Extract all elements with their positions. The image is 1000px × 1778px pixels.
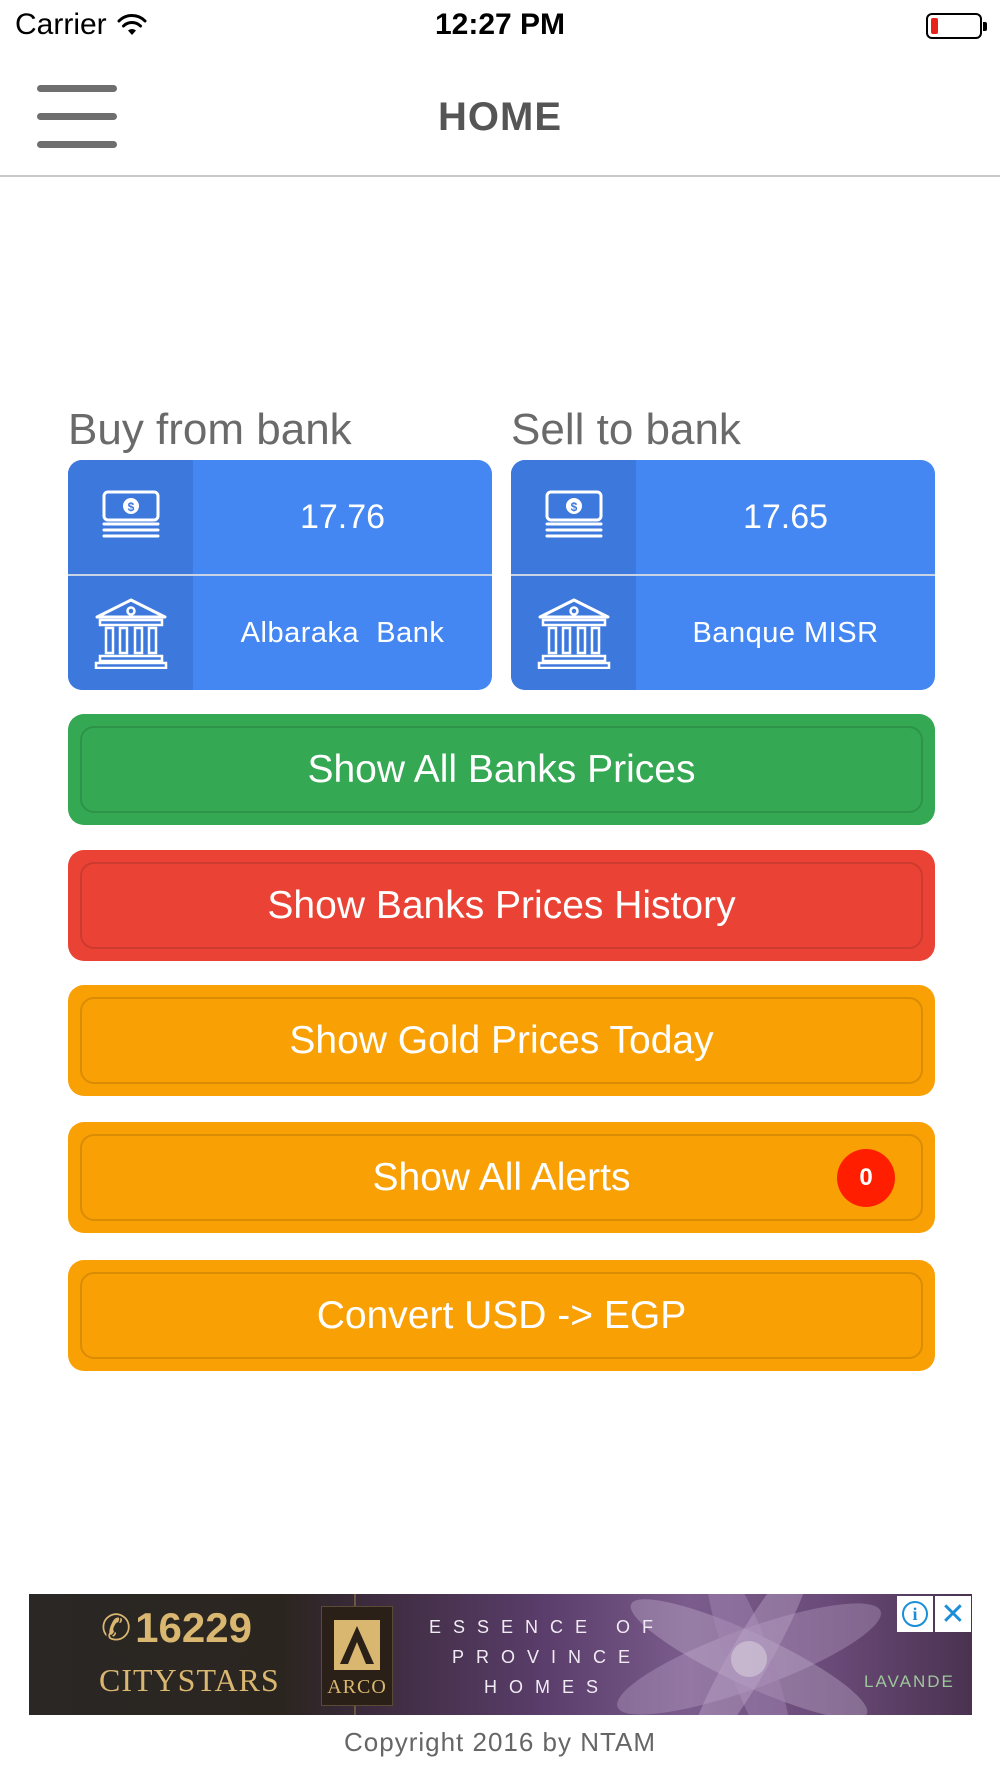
button-label: Show Gold Prices Today	[289, 1018, 714, 1062]
buy-card[interactable]: $ 17.76 Albaraka Bank	[68, 460, 492, 690]
ad-phone: ✆ 16229	[101, 1604, 252, 1651]
ad-close-icon[interactable]: ✕	[935, 1596, 971, 1632]
button-label: Show All Alerts	[372, 1155, 631, 1199]
arco-logo: ARCO	[321, 1606, 393, 1706]
button-label: Show Banks Prices History	[267, 883, 736, 927]
ad-info-icon[interactable]: i	[897, 1596, 933, 1632]
buy-price: 17.76	[299, 497, 386, 536]
status-bar: Carrier 12:27 PM	[0, 0, 1000, 50]
buy-bank-name: Albaraka Bank	[240, 616, 445, 649]
arco-mark-icon	[334, 1620, 380, 1670]
sell-price-row: $ 17.65	[511, 460, 935, 574]
battery-level	[931, 18, 938, 34]
money-icon: $	[68, 460, 193, 574]
show-banks-prices-history-button[interactable]: Show Banks Prices History	[68, 850, 935, 961]
ad-banner[interactable]: ✆ 16229 CITYSTARS ARCO ESSENCE OF PROVIN…	[29, 1594, 972, 1715]
ad-citystars-logo: CITYSTARS	[99, 1662, 280, 1698]
button-label: Convert USD -> EGP	[316, 1293, 687, 1337]
svg-text:$: $	[127, 500, 134, 514]
sell-label: Sell to bank	[511, 405, 741, 454]
show-all-banks-prices-button[interactable]: Show All Banks Prices	[68, 714, 935, 825]
copyright: Copyright 2016 by NTAM	[344, 1727, 656, 1757]
bank-building-icon	[511, 576, 636, 690]
buy-label: Buy from bank	[68, 405, 352, 454]
button-label: Show All Banks Prices	[307, 747, 696, 791]
ad-tagline: ESSENCE OF PROVINCE HOMES	[428, 1617, 666, 1697]
sell-bank-row: Banque MISR	[511, 576, 935, 690]
page-title: HOME	[438, 95, 562, 139]
buy-bank-row: Albaraka Bank	[68, 576, 492, 690]
sell-price: 17.65	[742, 497, 829, 536]
convert-usd-egp-button[interactable]: Convert USD -> EGP	[68, 1260, 935, 1371]
clock: 12:27 PM	[434, 8, 566, 41]
show-gold-prices-today-button[interactable]: Show Gold Prices Today	[68, 985, 935, 1096]
battery-icon	[926, 13, 987, 39]
svg-text:$: $	[570, 500, 577, 514]
ad-lavande-logo: LAVANDE	[864, 1672, 955, 1691]
money-icon: $	[511, 460, 636, 574]
show-all-alerts-button[interactable]: Show All Alerts 0	[68, 1122, 935, 1233]
nav-bar: HOME	[0, 50, 1000, 177]
buy-price-row: $ 17.76	[68, 460, 492, 574]
alerts-count-badge: 0	[837, 1149, 895, 1207]
sell-card[interactable]: $ 17.65 Banque MISR	[511, 460, 935, 690]
sell-bank-name: Banque MISR	[692, 616, 879, 649]
phone-icon: ✆	[101, 1607, 132, 1648]
bank-building-icon	[68, 576, 193, 690]
